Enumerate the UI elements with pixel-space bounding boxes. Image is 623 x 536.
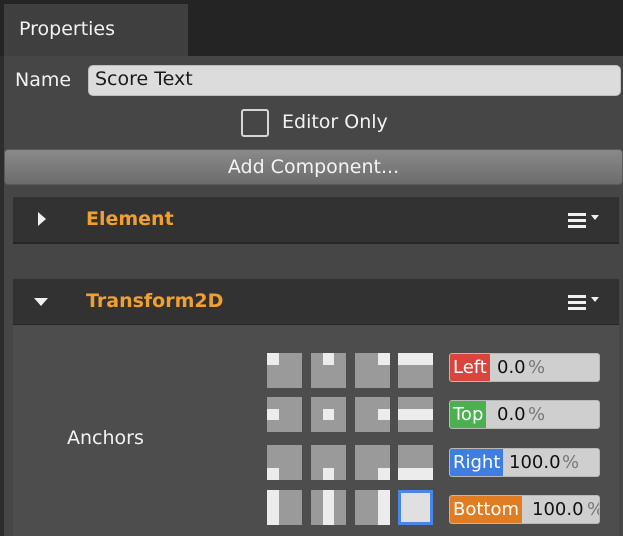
- left-tag: Left: [450, 354, 490, 381]
- anchor-middle-stretch[interactable]: [398, 397, 433, 432]
- anchor-top-left[interactable]: [267, 353, 302, 388]
- collapse-arrow-icon[interactable]: [34, 298, 48, 306]
- right-anchor-field[interactable]: Right 100.0 %: [449, 448, 600, 477]
- name-field[interactable]: Score Text: [88, 65, 621, 96]
- anchor-middle-center[interactable]: [311, 397, 346, 432]
- anchors-label: Anchors: [67, 427, 144, 449]
- bottom-value: 100.0: [532, 499, 584, 520]
- name-label: Name: [15, 69, 72, 91]
- properties-panel: Properties Name Score Text Editor Only A…: [0, 0, 623, 536]
- component-title: Element: [86, 208, 174, 230]
- right-value: 100.0: [509, 452, 561, 473]
- left-anchor-field[interactable]: Left 0.0 %: [449, 353, 600, 382]
- anchor-bottom-right[interactable]: [355, 445, 390, 480]
- expand-arrow-icon[interactable]: [38, 212, 46, 226]
- bottom-anchor-field[interactable]: Bottom 100.0 %: [449, 495, 600, 524]
- component-header-transform2d[interactable]: Transform2D: [13, 279, 619, 326]
- anchor-top-center[interactable]: [311, 353, 346, 388]
- anchor-stretch-right[interactable]: [355, 490, 390, 525]
- anchor-middle-right[interactable]: [355, 397, 390, 432]
- anchor-bottom-center[interactable]: [311, 445, 346, 480]
- anchor-stretch-all[interactable]: [398, 490, 433, 525]
- anchor-top-stretch[interactable]: [398, 353, 433, 388]
- right-unit: %: [562, 452, 580, 473]
- left-value: 0.0: [497, 357, 526, 378]
- hamburger-menu-icon[interactable]: [568, 211, 602, 231]
- component-header-element[interactable]: Element: [13, 197, 619, 244]
- top-anchor-field[interactable]: Top 0.0 %: [449, 400, 600, 429]
- add-component-button[interactable]: Add Component...: [4, 149, 623, 185]
- bottom-tag: Bottom: [450, 496, 523, 523]
- anchor-bottom-stretch[interactable]: [398, 445, 433, 480]
- panel-edge: [0, 56, 4, 536]
- anchor-bottom-left[interactable]: [267, 445, 302, 480]
- tab-properties[interactable]: Properties: [4, 4, 188, 56]
- left-unit: %: [528, 357, 546, 378]
- top-value: 0.0: [497, 404, 526, 425]
- bottom-unit: %: [587, 499, 599, 520]
- editor-only-checkbox[interactable]: [241, 109, 269, 137]
- anchor-stretch-left[interactable]: [267, 490, 302, 525]
- tab-bar: Properties: [0, 0, 623, 56]
- right-tag: Right: [450, 449, 504, 476]
- top-unit: %: [528, 404, 546, 425]
- top-tag: Top: [450, 401, 487, 428]
- anchor-middle-left[interactable]: [267, 397, 302, 432]
- hamburger-menu-icon[interactable]: [568, 293, 602, 313]
- anchor-top-right[interactable]: [355, 353, 390, 388]
- component-title: Transform2D: [86, 290, 224, 312]
- editor-only-label: Editor Only: [282, 111, 388, 133]
- anchor-stretch-center[interactable]: [311, 490, 346, 525]
